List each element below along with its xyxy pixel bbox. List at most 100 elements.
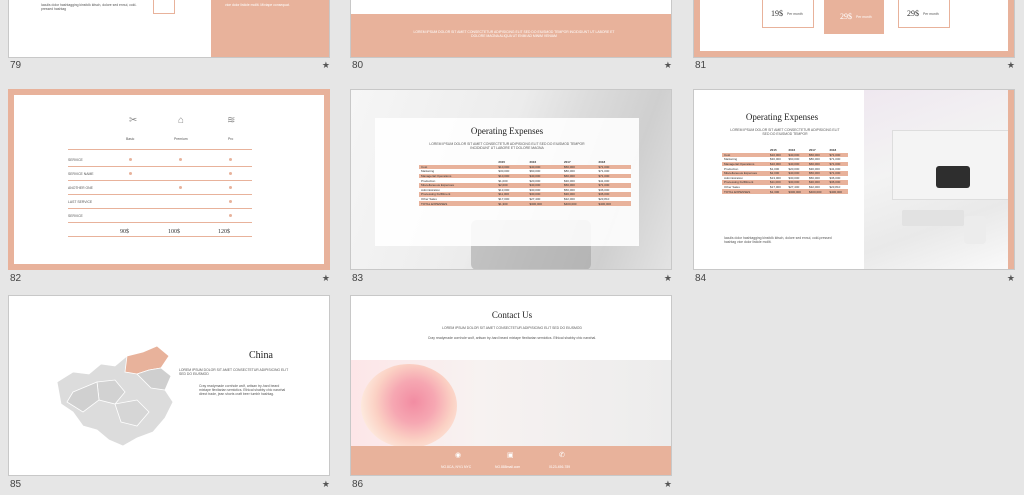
- row-divider: [68, 222, 252, 223]
- slide-body: Cray readymade cornhole wolf, artisan tr…: [199, 384, 286, 396]
- slide-thumb-86[interactable]: Contact Us LOREM IPSUM DOLOR SIT AMET CO…: [350, 295, 680, 491]
- check-dot: [179, 158, 182, 161]
- contact-address: NO.8CA, NY/1 NYC: [441, 465, 472, 469]
- table-cell: $1,300: [496, 201, 528, 206]
- slide-80-text: LOREM IPSUM DOLOR SIT AMET CONSECTETUR A…: [413, 30, 615, 38]
- price: 19$: [771, 9, 783, 18]
- star-icon: ★: [663, 273, 672, 283]
- camera-shape: [936, 166, 970, 188]
- star-icon: ★: [321, 273, 330, 283]
- slide-thumb-81[interactable]: 19$ Per month 29$ Per month 29$ Per mont…: [693, 0, 1023, 72]
- check-dot: [229, 214, 232, 217]
- slide-number: 86: [352, 479, 364, 490]
- slide-81-frame-left: [694, 0, 700, 57]
- table-cell: $300,000: [527, 201, 562, 206]
- car-icon: ▣: [507, 452, 514, 459]
- table-cell: TOTAL EXPENSES: [419, 201, 497, 206]
- slide-thumb-85[interactable]: China LOREM IPSUM DOLOR SIT AMET CONSECT…: [8, 295, 338, 491]
- table-cell: $400,000: [827, 189, 848, 194]
- slide-80-band: LOREM IPSUM DOLOR SIT AMET CONSECTETUR A…: [351, 14, 671, 57]
- china-map: [56, 345, 174, 447]
- slide-79-text-1: Iaculis dolor hashtagging kinsfolk kitsc…: [41, 3, 137, 11]
- table-cell: $400,000: [806, 189, 828, 194]
- slide-number: 81: [695, 60, 707, 71]
- service-label: SERVICE: [68, 158, 83, 162]
- price: 90$: [120, 229, 129, 235]
- slide-81-price-card-3: 29$ Per month: [898, 0, 950, 28]
- layers-icon: ≋: [227, 115, 236, 126]
- slide-title: Operating Expenses: [745, 112, 819, 122]
- slide-note: Iaculis dolor hashtagging kinsfolk kitsc…: [724, 236, 832, 244]
- star-icon: ★: [321, 60, 330, 70]
- check-dot: [229, 200, 232, 203]
- check-dot: [229, 186, 232, 189]
- keyboard-shape: [902, 210, 964, 226]
- price: 100$: [168, 229, 180, 235]
- row-divider: [68, 194, 252, 195]
- slide-81-frame-right: [1008, 0, 1014, 57]
- slide-thumb-82[interactable]: ✂ ⌂ ≋ Basic Premium Pro SERVICE SERVICE …: [8, 89, 338, 285]
- plan-label: Premium: [174, 137, 188, 141]
- plan-label: Basic: [126, 137, 135, 141]
- service-label: ANOTHER ONE: [68, 186, 93, 190]
- star-icon: ★: [1006, 60, 1015, 70]
- table-cell: $1,300: [767, 189, 787, 194]
- table-cell: $400,000: [596, 201, 631, 206]
- slide-82-inner: ✂ ⌂ ≋ Basic Premium Pro SERVICE SERVICE …: [14, 95, 324, 264]
- slide-subtitle: LOREM IPSUM DOLOR SIT AMET CONSECTETUR A…: [429, 142, 585, 150]
- wrench-icon: ✂: [129, 115, 138, 126]
- slide-thumb-80[interactable]: LOREM IPSUM DOLOR SIT AMET CONSECTETUR A…: [350, 0, 680, 72]
- price: 120$: [218, 229, 230, 235]
- mug-shape: [964, 216, 986, 244]
- row-divider: [68, 166, 252, 167]
- phone-icon: ✆: [559, 452, 565, 459]
- plan-label: Pro: [228, 137, 234, 141]
- slide-subtitle: LOREM IPSUM DOLOR SIT AMET CONSECTETUR A…: [179, 368, 289, 376]
- table-cell: $300,000: [786, 189, 807, 194]
- row-divider: [68, 149, 252, 150]
- slide-title: Contact Us: [491, 310, 533, 320]
- slide-title: China: [249, 350, 273, 361]
- table-row: TOTAL EXPENSES $1,300 $300,000 $400,000 $400…: [722, 189, 848, 194]
- slide-thumb-79[interactable]: Iaculis dolor hashtagging kinsfolk kitsc…: [8, 0, 338, 72]
- slide-81-price-card-2: 29$ Per month: [824, 0, 884, 34]
- rose-photo: [351, 360, 671, 446]
- slide-title: Operating Expenses: [470, 126, 544, 136]
- slide-84-photo: [864, 90, 1010, 269]
- slide-79-peach-panel: vice dolor listicle mollit. Mixtape cons…: [211, 0, 329, 57]
- slide-79-icon-box: [153, 0, 175, 14]
- monitor-shape: [892, 130, 1010, 200]
- star-icon: ★: [663, 60, 672, 70]
- slide-number: 83: [352, 273, 364, 284]
- service-label: SERVICE: [68, 214, 83, 218]
- slide-subtitle: LOREM IPSUM DOLOR SIT AMET CONSECTETUR A…: [442, 326, 582, 330]
- star-icon: ★: [321, 479, 330, 489]
- slide-84-edge: [1008, 90, 1014, 269]
- contact-phone: 0123-456-789: [549, 465, 571, 469]
- tag-icon: ⌂: [178, 115, 185, 126]
- star-icon: ★: [663, 479, 672, 489]
- row-divider: [68, 208, 252, 209]
- slide-thumb-83[interactable]: Operating Expenses LOREM IPSUM DOLOR SIT…: [350, 89, 680, 285]
- row-divider: [68, 236, 252, 237]
- slide-number: 85: [10, 479, 22, 490]
- service-label: LAST SERVICE: [68, 200, 93, 204]
- check-dot: [229, 158, 232, 161]
- check-dot: [129, 172, 132, 175]
- price: 29$: [840, 12, 852, 21]
- expenses-table: 2015 2016 2017 2018 Cost $10,000 $40,000 $50,00…: [419, 160, 631, 206]
- contact-band: ◉ ▣ ✆ NO.8CA, NY/1 NYC NO.888mail.com 01…: [351, 446, 671, 475]
- slide-thumb-84[interactable]: Operating Expenses LOREM IPSUM DOLOR SIT…: [693, 89, 1023, 285]
- service-label: SERVICE NAME: [68, 172, 94, 176]
- check-dot: [179, 186, 182, 189]
- slide-79-text-2: vice dolor listicle mollit. Mixtape cons…: [225, 3, 290, 7]
- slide-81-frame-bottom: [694, 51, 1014, 57]
- slide-81-price-card-1: 19$ Per month: [762, 0, 814, 28]
- rose-shape: [361, 364, 457, 446]
- slide-83-panel: Operating Expenses LOREM IPSUM DOLOR SIT…: [375, 118, 639, 246]
- slide-number: 79: [10, 60, 22, 71]
- price: 29$: [907, 9, 919, 18]
- location-icon: ◉: [455, 452, 462, 459]
- table-cell: TOTAL EXPENSES: [722, 189, 768, 194]
- slide-number: 82: [10, 273, 22, 284]
